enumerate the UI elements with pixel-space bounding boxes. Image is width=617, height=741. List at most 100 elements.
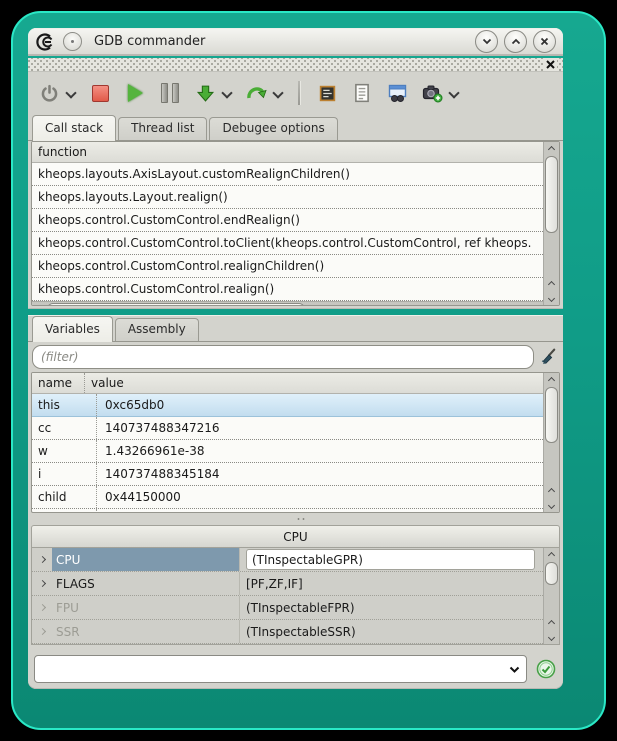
hscroll-thumb[interactable] <box>47 303 305 305</box>
cpu-row[interactable]: CPU (TInspectableGPR) <box>32 548 543 572</box>
green-check-icon <box>536 659 556 679</box>
report-button[interactable] <box>349 79 375 107</box>
tab-variables[interactable]: Variables <box>32 316 113 342</box>
chevron-up-icon <box>548 145 555 152</box>
scroll-left-button-2[interactable] <box>513 303 528 306</box>
column-name[interactable]: name <box>32 373 85 393</box>
variable-row[interactable]: w 1.43266961e-38 <box>32 440 543 463</box>
step-over-button[interactable] <box>243 79 269 107</box>
scroll-down-button[interactable] <box>544 291 559 305</box>
accept-command-button[interactable] <box>535 658 557 680</box>
call-stack-row[interactable]: kheops.control.CustomControl.toClient(kh… <box>32 232 543 255</box>
title-bar[interactable]: GDB commander <box>28 28 563 56</box>
variable-row[interactable]: this 0xc65db0 <box>32 394 543 417</box>
power-menu-button[interactable] <box>64 79 78 107</box>
cpu-group-title: CPU <box>283 530 307 544</box>
scroll-up-button-2[interactable] <box>544 277 559 291</box>
tab-call-stack[interactable]: Call stack <box>32 115 116 141</box>
watch-window-button[interactable] <box>384 79 410 107</box>
watch-window-icon <box>387 83 408 103</box>
call-stack-vscrollbar[interactable] <box>543 142 559 305</box>
scroll-left-button[interactable] <box>32 303 47 306</box>
debugger-panel: Call stack Thread list Debugee options f… <box>28 58 563 309</box>
command-combobox[interactable] <box>34 655 527 683</box>
command-input[interactable] <box>35 656 502 682</box>
pause-button[interactable] <box>157 79 183 107</box>
call-stack-row[interactable]: kheops.control.CustomControl.realign() <box>32 278 543 301</box>
call-stack-row[interactable]: kheops.control.CustomControl.realignChil… <box>32 255 543 278</box>
combo-dropdown-button[interactable] <box>502 666 526 673</box>
scroll-down-button[interactable] <box>544 630 559 644</box>
call-stack-row[interactable]: kheops.layouts.AxisLayout.customRealignC… <box>32 163 543 186</box>
column-function[interactable]: function <box>32 142 93 162</box>
debug-toolbar <box>28 72 563 114</box>
filter-row <box>28 342 563 372</box>
vscroll-thumb[interactable] <box>545 156 558 233</box>
pin-button[interactable] <box>63 32 82 51</box>
gdb-commander-window: GDB commander <box>28 28 563 689</box>
expand-icon[interactable] <box>32 581 52 586</box>
filter-input[interactable] <box>32 345 534 369</box>
dock-close-icon <box>546 60 555 69</box>
step-over-menu-button[interactable] <box>271 79 285 107</box>
splitter-handle[interactable] <box>28 513 563 525</box>
chevron-down-icon <box>221 87 232 98</box>
variables-tabbar: Variables Assembly <box>28 315 563 342</box>
chevron-up-icon <box>548 376 555 383</box>
app-logo-icon <box>35 33 55 51</box>
cpu-chip-icon <box>318 84 337 103</box>
call-stack-hscrollbar[interactable] <box>32 301 543 305</box>
close-button[interactable] <box>533 30 556 53</box>
variable-row[interactable]: child 0x44150000 <box>32 486 543 509</box>
scroll-down-button[interactable] <box>544 498 559 512</box>
chevron-down-icon <box>548 294 555 301</box>
chevron-down-icon <box>509 666 520 673</box>
clear-filter-icon[interactable] <box>540 347 559 366</box>
cpu-view-button[interactable] <box>314 79 340 107</box>
command-row <box>28 649 563 689</box>
call-stack-header[interactable]: function <box>32 142 543 163</box>
camera-add-icon <box>422 83 443 103</box>
call-stack-row[interactable]: kheops.layouts.Layout.realign() <box>32 186 543 209</box>
expand-icon[interactable] <box>32 557 52 562</box>
vscroll-thumb[interactable] <box>545 387 558 443</box>
vscroll-thumb[interactable] <box>545 562 558 585</box>
scroll-right-button[interactable] <box>528 303 543 306</box>
variables-header[interactable]: name value <box>32 373 543 394</box>
window-title: GDB commander <box>94 34 469 49</box>
column-value[interactable]: value <box>85 373 130 393</box>
run-button[interactable] <box>122 79 148 107</box>
tab-assembly[interactable]: Assembly <box>115 318 199 341</box>
variables-vscrollbar[interactable] <box>543 373 559 512</box>
power-button[interactable] <box>36 79 62 107</box>
step-into-button[interactable] <box>192 79 218 107</box>
call-stack-row[interactable]: kheops.control.CustomControl.endRealign(… <box>32 209 543 232</box>
step-into-menu-button[interactable] <box>220 79 234 107</box>
cpu-group-header: CPU <box>31 525 560 548</box>
dock-handle[interactable] <box>28 58 563 72</box>
restore-button[interactable] <box>504 30 527 53</box>
register-value-field[interactable]: (TInspectableGPR) <box>246 549 535 570</box>
scroll-up-button[interactable] <box>544 142 559 156</box>
tab-debugee-options[interactable]: Debugee options <box>209 117 337 140</box>
dock-close-button[interactable] <box>544 58 557 71</box>
stop-button[interactable] <box>87 79 113 107</box>
step-over-icon <box>246 83 267 103</box>
expand-icon[interactable] <box>32 629 52 634</box>
variable-row[interactable]: cc 140737488347216 <box>32 417 543 440</box>
add-inspector-button[interactable] <box>419 79 445 107</box>
tab-thread-list[interactable]: Thread list <box>118 117 207 140</box>
cpu-row[interactable]: SSR (TInspectableSSR) <box>32 620 543 644</box>
expand-icon[interactable] <box>32 605 52 610</box>
cpu-row[interactable]: FPU (TInspectableFPR) <box>32 596 543 620</box>
variable-row[interactable]: b 1.43266961e-38 <box>32 509 543 512</box>
shade-button[interactable] <box>475 30 498 53</box>
scroll-up-button[interactable] <box>544 373 559 387</box>
scroll-up-button-2[interactable] <box>544 616 559 630</box>
add-inspector-menu-button[interactable] <box>447 79 461 107</box>
variable-row[interactable]: i 140737488345184 <box>32 463 543 486</box>
cpu-row[interactable]: FLAGS [PF,ZF,IF] <box>32 572 543 596</box>
cpu-vscrollbar[interactable] <box>543 548 559 644</box>
scroll-up-button-2[interactable] <box>544 484 559 498</box>
scroll-up-button[interactable] <box>544 548 559 562</box>
